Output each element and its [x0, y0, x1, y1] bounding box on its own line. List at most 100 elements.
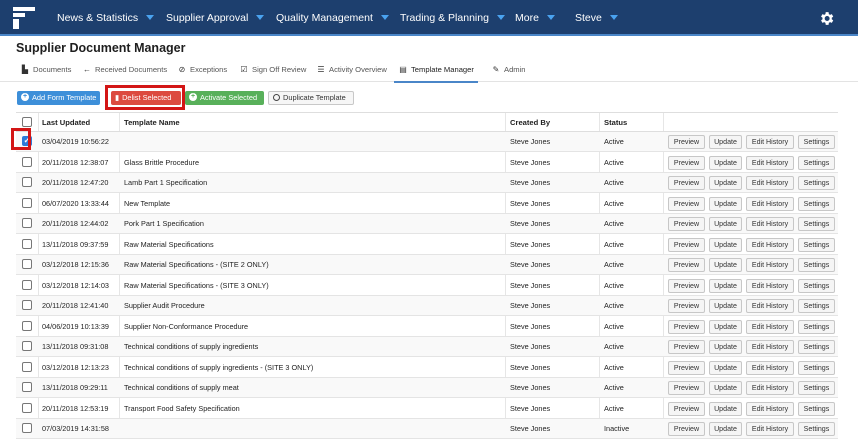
row-checkbox[interactable] [22, 259, 32, 269]
update-button[interactable]: Update [709, 237, 742, 252]
edit-history-button[interactable]: Edit History [746, 258, 794, 272]
preview-button[interactable]: Preview [668, 319, 705, 334]
table-row[interactable]: 07/03/2019 14:31:58 Steve Jones Inactive Pr… [16, 419, 838, 439]
header-template-name[interactable]: Template Name [124, 113, 180, 131]
table-row[interactable]: 03/12/2018 12:13:23 Technical conditions … [16, 358, 838, 378]
edit-history-button[interactable]: Edit History [746, 340, 794, 354]
update-button[interactable]: Update [709, 278, 742, 293]
row-checkbox[interactable] [22, 361, 32, 372]
activate-selected-button[interactable]: + Activate Selected [185, 91, 264, 105]
update-button[interactable]: Update [709, 135, 742, 149]
row-checkbox[interactable] [22, 279, 32, 290]
edit-history-button[interactable]: Edit History [746, 319, 794, 334]
row-checkbox[interactable] [22, 382, 32, 392]
preview-button[interactable]: Preview [668, 401, 705, 416]
update-button[interactable]: Update [709, 422, 742, 436]
settings-button[interactable]: Settings [798, 196, 835, 211]
header-created-by[interactable]: Created By [510, 113, 550, 131]
preview-button[interactable]: Preview [668, 381, 705, 395]
settings-button[interactable]: Settings [798, 155, 835, 170]
settings-button[interactable]: Settings [798, 340, 835, 354]
logo-icon[interactable] [13, 7, 35, 29]
tab-sign-off-review[interactable]: ☑ Sign Off Review [239, 61, 306, 82]
row-checkbox[interactable] [22, 197, 32, 208]
select-all-checkbox[interactable] [22, 117, 32, 127]
preview-button[interactable]: Preview [668, 155, 705, 170]
duplicate-template-button[interactable]: Duplicate Template [268, 91, 354, 105]
row-checkbox[interactable] [22, 300, 32, 310]
edit-history-button[interactable]: Edit History [746, 360, 794, 375]
table-row[interactable]: 20/11/2018 12:44:02 Pork Part 1 Specifica… [16, 214, 838, 234]
settings-button[interactable]: Settings [798, 360, 835, 375]
preview-button[interactable]: Preview [668, 196, 705, 211]
nav-more[interactable]: More [515, 0, 555, 36]
preview-button[interactable]: Preview [668, 278, 705, 293]
table-row[interactable]: 03/12/2018 12:14:03 Raw Material Specific… [16, 276, 838, 296]
settings-button[interactable]: Settings [798, 176, 835, 190]
row-checkbox[interactable] [22, 423, 32, 433]
edit-history-button[interactable]: Edit History [746, 196, 794, 211]
row-checkbox[interactable] [22, 218, 32, 228]
settings-button[interactable]: Settings [798, 422, 835, 436]
update-button[interactable]: Update [709, 401, 742, 416]
header-status[interactable]: Status [604, 113, 627, 131]
table-row[interactable]: 20/11/2018 12:53:19 Transport Food Safety… [16, 399, 838, 419]
settings-button[interactable]: Settings [798, 278, 835, 293]
table-row[interactable]: 13/11/2018 09:31:08 Technical conditions … [16, 337, 838, 357]
preview-button[interactable]: Preview [668, 422, 705, 436]
edit-history-button[interactable]: Edit History [746, 299, 794, 313]
nav-quality-management[interactable]: Quality Management [276, 0, 389, 36]
nav-user-menu[interactable]: Steve [575, 0, 618, 36]
update-button[interactable]: Update [709, 319, 742, 334]
update-button[interactable]: Update [709, 340, 742, 354]
update-button[interactable]: Update [709, 196, 742, 211]
settings-button[interactable]: Settings [798, 237, 835, 252]
tab-exceptions[interactable]: ⊘ Exceptions [177, 61, 228, 82]
nav-supplier-approval[interactable]: Supplier Approval [166, 0, 265, 36]
edit-history-button[interactable]: Edit History [746, 155, 794, 170]
settings-button[interactable]: Settings [798, 299, 835, 313]
preview-button[interactable]: Preview [668, 258, 705, 272]
update-button[interactable]: Update [709, 360, 742, 375]
add-form-template-button[interactable]: + Add Form Template [17, 91, 100, 105]
nav-trading-planning[interactable]: Trading & Planning [400, 0, 505, 36]
edit-history-button[interactable]: Edit History [746, 237, 794, 252]
row-checkbox[interactable] [22, 238, 32, 249]
edit-history-button[interactable]: Edit History [746, 135, 794, 149]
row-checkbox[interactable] [22, 320, 32, 331]
row-checkbox[interactable] [22, 156, 32, 167]
edit-history-button[interactable]: Edit History [746, 422, 794, 436]
preview-button[interactable]: Preview [668, 340, 705, 354]
table-row[interactable]: 06/07/2020 13:33:44 New Template Steve Jon… [16, 194, 838, 214]
edit-history-button[interactable]: Edit History [746, 381, 794, 395]
edit-history-button[interactable]: Edit History [746, 401, 794, 416]
update-button[interactable]: Update [709, 381, 742, 395]
table-row[interactable]: 20/11/2018 12:38:07 Glass Brittle Procedu… [16, 153, 838, 173]
preview-button[interactable]: Preview [668, 217, 705, 231]
nav-news-statistics[interactable]: News & Statistics [57, 0, 155, 36]
gear-icon[interactable] [818, 10, 835, 27]
tab-documents[interactable]: ▙ Documents [20, 61, 72, 82]
tab-received-documents[interactable]: ← Received Documents [82, 61, 167, 82]
row-checkbox[interactable] [22, 402, 32, 413]
preview-button[interactable]: Preview [668, 135, 705, 149]
update-button[interactable]: Update [709, 217, 742, 231]
edit-history-button[interactable]: Edit History [746, 278, 794, 293]
settings-button[interactable]: Settings [798, 135, 835, 149]
preview-button[interactable]: Preview [668, 299, 705, 313]
preview-button[interactable]: Preview [668, 237, 705, 252]
update-button[interactable]: Update [709, 155, 742, 170]
settings-button[interactable]: Settings [798, 401, 835, 416]
table-row[interactable]: 03/12/2018 12:15:36 Raw Material Specific… [16, 255, 838, 275]
table-row[interactable]: 13/11/2018 09:29:11 Technical conditions … [16, 378, 838, 398]
tab-admin[interactable]: ✎ Admin [491, 61, 526, 82]
update-button[interactable]: Update [709, 258, 742, 272]
settings-button[interactable]: Settings [798, 258, 835, 272]
edit-history-button[interactable]: Edit History [746, 176, 794, 190]
table-row[interactable]: 04/06/2019 10:13:39 Supplier Non-Conforma… [16, 317, 838, 337]
row-checkbox[interactable] [22, 341, 32, 351]
tab-activity-overview[interactable]: ☰ Activity Overview [316, 61, 386, 82]
table-row[interactable]: 13/11/2018 09:37:59 Raw Material Specific… [16, 235, 838, 255]
preview-button[interactable]: Preview [668, 176, 705, 190]
header-last-updated[interactable]: Last Updated [42, 113, 90, 131]
